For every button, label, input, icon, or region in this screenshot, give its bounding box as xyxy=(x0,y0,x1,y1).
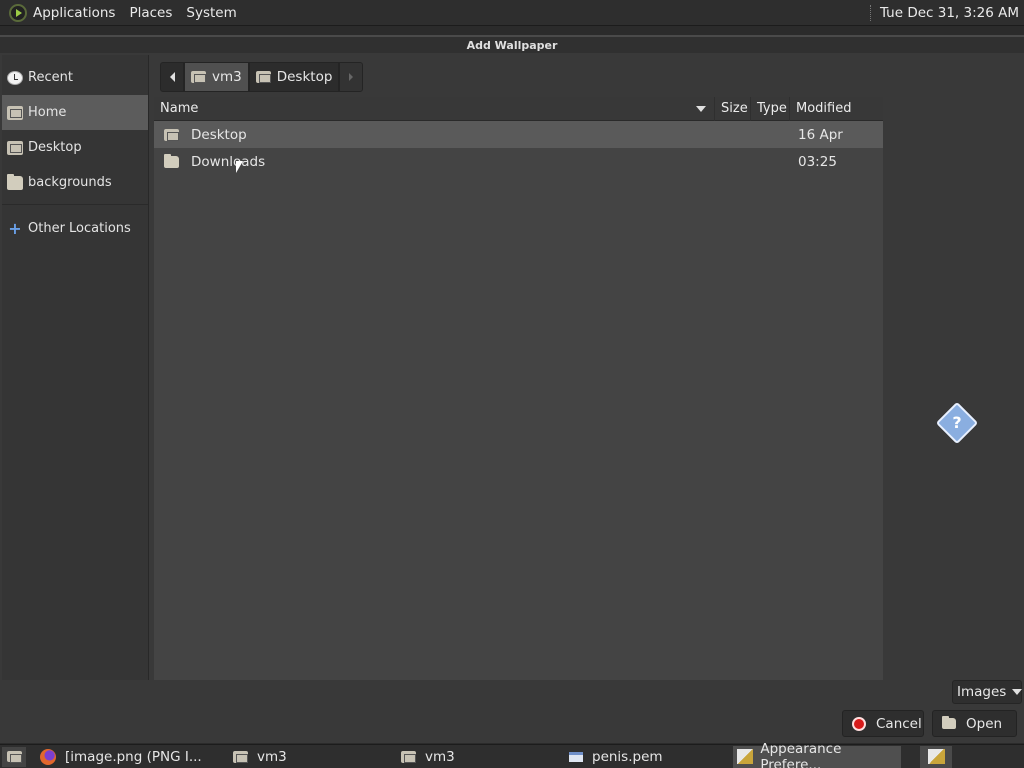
column-label: Name xyxy=(160,101,199,116)
path-back-button[interactable] xyxy=(160,62,184,92)
dialog-title[interactable]: Add Wallpaper xyxy=(0,35,1024,53)
appearance-icon xyxy=(737,749,754,764)
taskbar-item-firefox[interactable]: [image.png (PNG I... xyxy=(36,746,204,768)
taskbar-item-penis-pem[interactable]: penis.pem xyxy=(565,746,733,768)
path-button-vm3[interactable]: vm3 xyxy=(184,62,249,92)
path-label: vm3 xyxy=(212,69,242,85)
taskbar-item-label: vm3 xyxy=(257,748,287,765)
home-folder-icon xyxy=(191,71,206,83)
taskbar-item-label: vm3 xyxy=(425,748,455,765)
clock[interactable]: Tue Dec 31, 3:26 AM xyxy=(880,5,1019,21)
folder-icon xyxy=(164,153,179,168)
sidebar-item-label: Home xyxy=(28,105,67,120)
file-filter-dropdown[interactable]: Images xyxy=(952,680,1023,704)
file-row[interactable]: Desktop 16 Apr xyxy=(154,121,883,148)
taskbar: [image.png (PNG I... vm3 vm3 penis.pem A… xyxy=(0,741,1024,768)
tray-appearance-button[interactable] xyxy=(920,745,952,768)
file-modified: 16 Apr xyxy=(798,126,843,143)
file-name-cell: Desktop xyxy=(154,127,794,143)
desktop-folder-icon xyxy=(164,128,179,141)
taskbar-item-vm3-2[interactable]: vm3 xyxy=(397,746,565,768)
path-label: Desktop xyxy=(276,69,333,85)
preview-pane: ? xyxy=(884,97,1024,680)
column-header-size[interactable]: Size xyxy=(715,96,751,121)
sort-descending-icon xyxy=(696,105,706,112)
sidebar-item-label: backgrounds xyxy=(28,175,112,190)
clock-icon xyxy=(7,70,23,85)
firefox-icon xyxy=(40,748,56,765)
chevron-down-icon xyxy=(1012,689,1023,695)
menu-system[interactable]: System xyxy=(186,5,236,21)
folder-icon xyxy=(7,173,23,190)
help-icon-glyph: ? xyxy=(952,413,962,432)
desktop-folder-icon xyxy=(255,71,271,83)
menu-logo-icon[interactable] xyxy=(9,3,27,22)
sidebar-item-backgrounds[interactable]: backgrounds xyxy=(2,165,148,200)
open-folder-icon xyxy=(942,716,956,729)
sidebar-item-home[interactable]: Home xyxy=(2,95,148,130)
sidebar-divider xyxy=(2,204,148,205)
cancel-icon xyxy=(852,716,866,731)
sidebar-item-label: Other Locations xyxy=(28,221,131,236)
file-modified: 03:25 xyxy=(798,153,837,170)
taskbar-item-vm3[interactable]: vm3 xyxy=(229,746,397,768)
path-button-desktop[interactable]: Desktop xyxy=(248,62,340,92)
taskbar-item-label: Appearance Prefere... xyxy=(760,740,842,768)
chevron-right-icon xyxy=(349,73,354,81)
menu-places[interactable]: Places xyxy=(129,5,172,21)
show-desktop-button[interactable] xyxy=(2,746,26,767)
sidebar-item-label: Desktop xyxy=(28,140,82,155)
sidebar-item-desktop[interactable]: Desktop xyxy=(2,130,148,165)
chevron-left-icon xyxy=(169,72,175,82)
plus-icon: + xyxy=(8,218,22,238)
column-header-modified[interactable]: Modified xyxy=(790,97,883,121)
sidebar-item-recent[interactable]: Recent xyxy=(2,60,148,95)
panel-separator xyxy=(869,4,872,21)
list-header: Name Size Type Modified xyxy=(154,96,883,121)
open-button[interactable]: Open xyxy=(932,710,1017,737)
appearance-icon xyxy=(927,749,945,764)
path-forward-button[interactable] xyxy=(339,62,364,92)
cancel-label: Cancel xyxy=(876,715,922,732)
home-folder-icon xyxy=(401,750,416,763)
taskbar-item-label: penis.pem xyxy=(592,748,663,765)
top-panel: Applications Places System Tue Dec 31, 3… xyxy=(0,0,1024,26)
file-name: Desktop xyxy=(191,126,247,143)
column-header-type[interactable]: Type xyxy=(751,96,790,121)
cancel-button[interactable]: Cancel xyxy=(842,710,924,737)
taskbar-item-label: [image.png (PNG I... xyxy=(65,748,202,765)
menu-applications[interactable]: Applications xyxy=(33,5,115,21)
open-label: Open xyxy=(966,715,1003,732)
file-list: Name Size Type Modified Desktop 16 Apr D… xyxy=(154,96,883,680)
column-header-name[interactable]: Name xyxy=(154,96,715,121)
show-desktop-icon xyxy=(6,751,22,763)
desktop-folder-icon xyxy=(7,140,23,155)
file-row[interactable]: Downloads 03:25 xyxy=(154,148,883,175)
file-chooser-dialog: Add Wallpaper Recent Home Desktop backgr… xyxy=(0,35,1024,743)
taskbar-item-appearance[interactable]: Appearance Prefere... xyxy=(733,741,901,768)
home-folder-icon xyxy=(233,750,248,763)
mouse-cursor-icon xyxy=(236,161,243,173)
places-sidebar: Recent Home Desktop backgrounds + Other … xyxy=(2,55,149,680)
home-folder-icon xyxy=(7,105,23,120)
path-bar: vm3 Desktop xyxy=(160,62,364,92)
filter-label: Images xyxy=(957,684,1007,700)
file-name-cell: Downloads xyxy=(154,153,794,170)
file-name: Downloads xyxy=(191,153,266,170)
sidebar-item-other-locations[interactable]: + Other Locations xyxy=(2,211,148,246)
window-icon xyxy=(569,751,583,762)
sidebar-item-label: Recent xyxy=(28,70,73,85)
